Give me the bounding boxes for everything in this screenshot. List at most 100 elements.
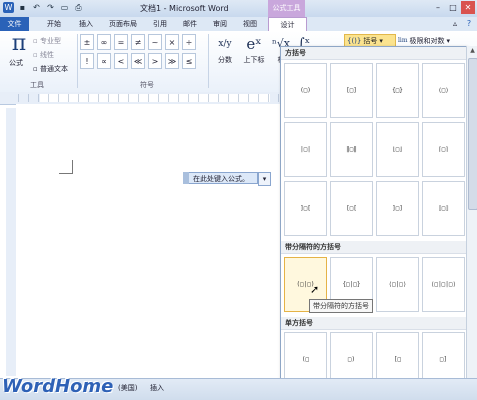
context-tab-label: 公式工具	[268, 0, 305, 17]
bracket-tile[interactable]: [□]	[330, 63, 373, 118]
symbol-divide[interactable]: ÷	[182, 34, 196, 50]
watermark-logo: WordHome	[2, 376, 114, 397]
bracket-label: 括号	[363, 36, 378, 45]
bracket-tile[interactable]: ⌊□⌋	[376, 122, 419, 177]
open-icon[interactable]: ▭	[59, 2, 70, 13]
ribbon-tabs: 文件 开始 插入 页面布局 引用 邮件 审阅 视图 设计 ▵ ?	[0, 17, 477, 31]
group-divider	[77, 34, 78, 88]
symbol-gallery: ± ∞ = ≠ ~ × ÷ ! ∝ < ≪ > ≫ ≤	[80, 34, 196, 69]
single-bracket-tile[interactable]: (□	[284, 332, 327, 379]
separator-bracket-tile[interactable]: ⟨□|□|□⟩	[422, 257, 465, 312]
tab-home[interactable]: 开始	[40, 17, 68, 31]
tab-mailings[interactable]: 邮件	[176, 17, 204, 31]
tab-design[interactable]: 设计	[268, 17, 307, 31]
section-header-separator-brackets: 带分隔符的方括号	[281, 241, 466, 254]
gallery-scrollbar[interactable]: ▲	[466, 46, 477, 378]
symbol-much-less[interactable]: ≪	[131, 53, 145, 69]
ruler-ticks	[18, 94, 280, 102]
symbol-less-than[interactable]: <	[114, 53, 128, 69]
bracket-tile[interactable]: {□}	[376, 63, 419, 118]
bracket-tile[interactable]: ]□]	[376, 181, 419, 236]
bracket-tile[interactable]: |□|	[284, 122, 327, 177]
pi-icon[interactable]: π	[8, 31, 30, 57]
tools-group-label: 工具	[30, 81, 44, 89]
bracket-tile[interactable]: ‖□‖	[330, 122, 373, 177]
redo-icon[interactable]: ↷	[45, 2, 56, 13]
scroll-up-icon[interactable]: ▲	[467, 46, 477, 56]
status-language[interactable]: (美国)	[118, 383, 137, 393]
tab-insert[interactable]: 插入	[72, 17, 100, 31]
fraction-icon: x/y	[218, 39, 232, 49]
undo-icon[interactable]: ↶	[31, 2, 42, 13]
section-header-single-brackets: 单方括号	[281, 317, 466, 330]
save-icon[interactable]: ▪	[17, 2, 28, 13]
maximize-icon[interactable]: □	[446, 1, 460, 14]
chevron-down-icon: ▾	[379, 36, 383, 45]
margin-corner-mark	[59, 160, 73, 174]
bracket-tile[interactable]: ⟨□⟩	[422, 63, 465, 118]
window-title: 文档1 - Microsoft Word	[140, 4, 229, 13]
symbol-not-equal[interactable]: ≠	[131, 34, 145, 50]
tooltip: 带分隔符的方括号	[309, 299, 373, 313]
symbol-infinity[interactable]: ∞	[97, 34, 111, 50]
fraction-label: 分数	[218, 56, 232, 64]
equation-placeholder-text: 在此处键入公式。	[193, 175, 249, 183]
normal-text-button[interactable]: ▫ 普通文本	[33, 64, 68, 74]
word-window: W ▪ ↶ ↷ ▭ ⎙ 文档1 - Microsoft Word 公式工具 – …	[0, 0, 477, 400]
symbol-tilde[interactable]: ~	[148, 34, 162, 50]
bracket-tile[interactable]: ⟦□⟧	[422, 181, 465, 236]
separator-bracket-tile[interactable]: ⟨□|□⟩	[376, 257, 419, 312]
bracket-tile[interactable]: ]□[	[284, 181, 327, 236]
single-bracket-tile[interactable]: □)	[330, 332, 373, 379]
limits-icon: lim	[398, 37, 408, 44]
equation-placeholder[interactable]: 在此处键入公式。	[183, 172, 258, 184]
script-button[interactable]: eˣ 上下标	[240, 33, 268, 65]
word-logo-icon: W	[3, 2, 14, 13]
symbol-greater-than[interactable]: >	[148, 53, 162, 69]
bracket-tile[interactable]: ⌈□⌉	[422, 122, 465, 177]
chevron-down-icon: ▾	[446, 36, 451, 45]
ribbon-minimize-icon[interactable]: ▵	[448, 17, 462, 30]
document-page[interactable]: 在此处键入公式。 ▾	[16, 104, 280, 378]
professional-button[interactable]: ▫ 专业型	[33, 36, 61, 46]
close-icon[interactable]: ✕	[461, 1, 475, 14]
scroll-thumb[interactable]	[468, 58, 477, 210]
equation-options-button[interactable]: ▾	[258, 172, 271, 186]
print-icon[interactable]: ⎙	[73, 2, 84, 13]
title-bar: W ▪ ↶ ↷ ▭ ⎙ 文档1 - Microsoft Word 公式工具 – …	[0, 0, 477, 18]
group-divider	[208, 34, 209, 88]
tab-review[interactable]: 审阅	[206, 17, 234, 31]
fraction-button[interactable]: x/y 分数	[214, 33, 236, 65]
symbol-times[interactable]: ×	[165, 34, 179, 50]
script-icon: eˣ	[246, 35, 262, 53]
tab-references[interactable]: 引用	[146, 17, 174, 31]
status-insert-mode[interactable]: 插入	[150, 383, 164, 393]
single-bracket-tile[interactable]: [□	[376, 332, 419, 379]
tab-page-layout[interactable]: 页面布局	[104, 17, 142, 31]
bracket-tile[interactable]: (□)	[284, 63, 327, 118]
symbol-equals[interactable]: =	[114, 34, 128, 50]
tab-file[interactable]: 文件	[0, 17, 29, 31]
formula-button[interactable]: 公式	[9, 58, 23, 68]
help-icon[interactable]: ?	[462, 17, 476, 30]
symbols-group-label: 符号	[140, 81, 154, 89]
linear-button[interactable]: ▫ 线性	[33, 50, 54, 60]
symbol-factorial[interactable]: !	[80, 53, 94, 69]
bracket-tile[interactable]: [□[	[330, 181, 373, 236]
script-label: 上下标	[243, 56, 265, 64]
single-bracket-tile[interactable]: □]	[422, 332, 465, 379]
minimize-icon[interactable]: –	[431, 1, 445, 14]
symbol-less-equal[interactable]: ≤	[182, 53, 196, 69]
mouse-pointer-icon: ➚	[310, 283, 320, 296]
tab-view[interactable]: 视图	[236, 17, 264, 31]
symbol-proportional[interactable]: ∝	[97, 53, 111, 69]
bracket-icon: {()}	[347, 36, 362, 45]
linear-label: 线性	[39, 51, 54, 59]
section-header-brackets: 方括号	[281, 47, 466, 60]
symbol-plus-minus[interactable]: ±	[80, 34, 94, 50]
equation-handle[interactable]	[183, 172, 189, 184]
professional-label: 专业型	[39, 37, 61, 45]
normal-text-label: 普通文本	[39, 65, 68, 73]
limits-label: 极限和对数	[409, 36, 445, 45]
symbol-much-greater[interactable]: ≫	[165, 53, 179, 69]
